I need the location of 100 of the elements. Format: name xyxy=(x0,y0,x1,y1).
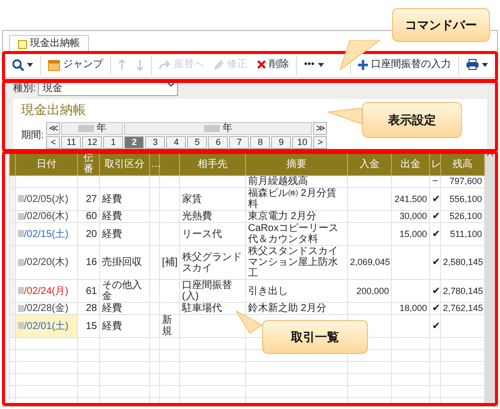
search-icon xyxy=(12,58,24,70)
callout-pointer xyxy=(236,311,264,335)
redacted-block xyxy=(204,124,220,132)
more-button[interactable]: ••• xyxy=(299,56,329,72)
month-button[interactable]: 11 xyxy=(61,136,82,148)
table-cell: 売掛回収 xyxy=(100,246,150,280)
table-cell: ✔ xyxy=(430,314,440,338)
table-cell: 2,069,045 xyxy=(348,246,392,280)
date-text: /02/20(木) xyxy=(24,257,68,268)
redo-arrow-icon xyxy=(159,60,171,70)
table-cell: 経費 xyxy=(100,222,150,246)
month-button[interactable]: 12 xyxy=(82,136,102,148)
table-cell: − xyxy=(430,176,440,188)
callout-bubble: コマンドバー xyxy=(392,8,490,42)
table-cell: [補] xyxy=(160,246,180,280)
table-cell: 福森ビル㈱ 2月分賃料 xyxy=(246,188,348,210)
table-cell: 経費 xyxy=(100,302,150,314)
down-arrow-icon xyxy=(136,58,144,70)
month-button[interactable]: 10 xyxy=(292,136,312,148)
scrollbar[interactable] xyxy=(485,152,495,404)
table-cell: 15 xyxy=(78,314,100,338)
date-text: /02/06(木) xyxy=(24,211,68,222)
up-arrow-icon xyxy=(118,58,126,70)
pencil-icon xyxy=(214,60,224,70)
year-label: 年 xyxy=(96,122,106,134)
table-cell: ✔ xyxy=(430,222,440,246)
caret-icon xyxy=(482,62,488,66)
period-label: 期間: xyxy=(21,128,44,142)
date-text: /02/05(水) xyxy=(24,194,68,204)
month-button[interactable]: 8 xyxy=(250,136,270,148)
table-cell: 前月繰越残高 xyxy=(246,176,348,188)
month-button[interactable]: 5 xyxy=(187,136,208,148)
year-cell[interactable]: 年 xyxy=(61,122,124,134)
printer-icon xyxy=(466,59,479,70)
redacted-block xyxy=(18,212,24,220)
date-text: /02/15(土) xyxy=(24,228,68,240)
table-cell: 秩父グランドスカイ xyxy=(180,246,246,280)
callout-pointer xyxy=(328,108,364,126)
next-month-button[interactable]: > xyxy=(313,136,328,148)
plus-icon xyxy=(358,60,368,70)
table-cell: 18,000 xyxy=(392,302,430,314)
table-cell: ✔ xyxy=(430,280,440,302)
table-cell: ✔ xyxy=(430,188,440,210)
redacted-block xyxy=(18,287,24,294)
ledger-title: 現金出納帳 xyxy=(21,102,86,118)
table-cell: 秩父スタンドスカイマンション屋上防水工 xyxy=(246,246,348,280)
calendar-icon xyxy=(48,58,60,70)
date-text: /02/28(金) xyxy=(24,303,68,314)
year-cell[interactable]: 年 xyxy=(124,122,312,134)
document-tab[interactable]: 現金出納帳 xyxy=(9,35,89,52)
redacted-block xyxy=(18,258,24,266)
table-cell: 60 xyxy=(78,210,100,222)
month-button[interactable]: 2 xyxy=(124,136,144,148)
caret-icon xyxy=(318,62,324,66)
year-label: 年 xyxy=(222,122,232,134)
callout-bubble: 表示設定 xyxy=(362,102,462,138)
month-button[interactable]: 7 xyxy=(229,136,250,148)
table-cell: ✔ xyxy=(430,246,440,280)
table-cell: 東京電力 2月分 xyxy=(246,210,348,222)
caret-icon xyxy=(27,62,33,66)
previous-month-button[interactable]: < xyxy=(46,136,60,148)
previous-year-button[interactable]: ≪ xyxy=(46,122,60,134)
table-cell: 新規 xyxy=(160,314,180,338)
jump-button[interactable]: ジャンプ xyxy=(43,56,108,72)
table-cell: 経費 xyxy=(100,210,150,222)
table-cell: リース代 xyxy=(180,222,246,246)
date-text: /02/24(月) xyxy=(24,286,68,296)
table-cell: 口座間振替(入) xyxy=(180,280,246,302)
table-cell: ✔ xyxy=(430,302,440,314)
table-cell: ✔ xyxy=(430,210,440,222)
type-label: 種別: xyxy=(13,82,36,96)
table-cell: 光熱費 xyxy=(180,210,246,222)
table-cell: 30,000 xyxy=(392,210,430,222)
redacted-block xyxy=(18,304,24,312)
column-header: 日付 xyxy=(16,152,78,176)
month-button[interactable]: 1 xyxy=(103,136,124,148)
table-cell: 引き出し xyxy=(246,280,348,302)
table-cell: CaRoxコピーリース代＆カウンタ料 xyxy=(246,222,348,246)
redacted-block xyxy=(18,230,24,238)
next-year-button[interactable]: ≫ xyxy=(313,122,328,134)
table-cell: 61 xyxy=(78,280,100,302)
table-cell: その他入金 xyxy=(100,280,150,302)
table-cell: 20 xyxy=(78,222,100,246)
month-button[interactable]: 4 xyxy=(166,136,186,148)
month-button[interactable]: 6 xyxy=(208,136,228,148)
delete-button[interactable]: 削除 xyxy=(252,56,294,72)
month-button[interactable]: 3 xyxy=(145,136,166,148)
column-header: 相手先 xyxy=(180,152,246,176)
scroll-up-icon xyxy=(487,152,493,156)
column-header: 摘要 xyxy=(246,152,348,176)
table-cell: 家賃 xyxy=(180,188,246,210)
redacted-block xyxy=(18,322,24,330)
month-button[interactable]: 9 xyxy=(271,136,292,148)
table-cell: 200,000 xyxy=(348,280,392,302)
table-cell: 28 xyxy=(78,302,100,314)
table-cell: 15,000 xyxy=(392,222,430,246)
table-cell: 経費 xyxy=(100,314,150,338)
callout-bubble: 取引一覧 xyxy=(262,320,368,354)
redacted-block xyxy=(18,195,24,202)
table-cell: 27 xyxy=(78,188,100,210)
